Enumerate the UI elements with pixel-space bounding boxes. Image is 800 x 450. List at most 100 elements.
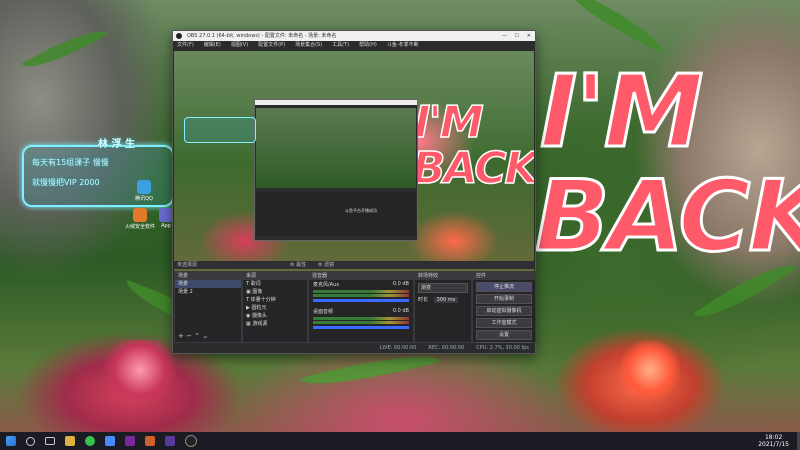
source-item[interactable]: T 体量十分钟 (243, 296, 307, 304)
source-toolbar: 未选择源 ⚙ 属性 ⚙ 滤镜 (174, 261, 534, 269)
transition-select[interactable]: 渐变 (418, 283, 468, 293)
mixer-dock: 混音器 麦克风/Aux 0.0 dB 桌面音频 0.0 dB (308, 271, 414, 343)
volume-slider[interactable] (313, 299, 409, 302)
source-item[interactable]: ▦ 游戏源 (243, 320, 307, 328)
source-item[interactable]: ◉ 摄像头 (243, 312, 307, 320)
shield-icon (133, 208, 147, 222)
fern-leaf (21, 18, 109, 80)
widget-title: 林 浮 生 (98, 139, 135, 150)
menu-view[interactable]: 视图(V) (231, 41, 248, 50)
source-name: 歌词 (250, 281, 261, 287)
settings-button[interactable]: 设置 (476, 330, 532, 340)
menu-profile[interactable]: 配置文件(P) (258, 41, 285, 50)
nested-obs-window: 斗鱼平台开播成功 (254, 99, 418, 241)
scenes-dock-title: 场景 (175, 272, 241, 280)
premiere-icon[interactable] (125, 436, 135, 446)
audio-meter (313, 317, 409, 320)
menu-scene-collection[interactable]: 场景集合(S) (295, 41, 322, 50)
photoshop-icon[interactable] (145, 436, 155, 446)
controls-dock: 控件 停止推流 开始录制 启动虚拟摄像机 工作室模式 设置 退出 (472, 271, 536, 352)
transitions-dock-title: 转场特效 (415, 272, 471, 280)
nested-titlebar (255, 100, 417, 105)
preview-widget (184, 117, 256, 143)
audio-meter (313, 294, 409, 297)
wallpaper-text-back: BACK (533, 160, 800, 274)
duration-input[interactable]: 300 ms (433, 297, 459, 303)
menu-file[interactable]: 文件(F) (177, 41, 194, 50)
desktop-icon-qq[interactable]: 腾讯QQ (134, 180, 154, 202)
channel-name: 桌面音频 (313, 309, 334, 315)
taskbar: 18:02 2021/7/15 (0, 432, 800, 450)
scene-item[interactable]: 场景 (175, 280, 241, 288)
live-status: LIVE: 00:00:00 (379, 345, 417, 351)
after-effects-icon[interactable] (165, 436, 175, 446)
mixer-channel: 桌面音频 0.0 dB (309, 304, 413, 316)
scenes-dock: 场景 场景 场景 2 + − ⌃ ⌄ (174, 271, 242, 343)
studio-mode-button[interactable]: 工作室模式 (476, 318, 532, 328)
search-icon[interactable] (26, 436, 35, 446)
taskbar-clock[interactable]: 18:02 2021/7/15 (758, 434, 789, 448)
audio-meter (313, 290, 409, 293)
clock-date: 2021/7/15 (758, 441, 789, 448)
source-item[interactable]: ▶ 圆粒元 (243, 304, 307, 312)
minimize-icon[interactable]: — (502, 31, 507, 41)
properties-button[interactable]: ⚙ 属性 (290, 261, 306, 269)
mixer-dock-title: 混音器 (309, 272, 413, 280)
clock-time: 18:02 (764, 434, 783, 441)
source-name: 图像 (252, 289, 263, 295)
mixer-channel: 麦克风/Aux 0.0 dB (309, 280, 413, 289)
wallpaper-text-im: I'M (538, 53, 704, 170)
file-explorer-icon[interactable] (65, 436, 75, 446)
fern-leaf (560, 0, 670, 53)
volume-slider[interactable] (313, 326, 409, 329)
preview-text-back: BACK (411, 143, 534, 194)
menu-douyu[interactable]: 斗鱼-冬季不断 (387, 41, 419, 50)
wechat-icon[interactable] (85, 436, 95, 446)
start-recording-button[interactable]: 开始录制 (476, 294, 532, 304)
duration-label: 时长 (418, 297, 429, 303)
down-icon[interactable]: ⌄ (202, 332, 208, 340)
controls-dock-title: 控件 (473, 272, 535, 280)
scene-item[interactable]: 场景 2 (175, 288, 241, 296)
add-icon[interactable]: + (178, 332, 184, 340)
obs-taskbar-icon[interactable] (185, 435, 197, 447)
source-item[interactable]: ▣ 图像 (243, 288, 307, 296)
desktop-icon-huorong[interactable]: 火绒安全软件 (120, 208, 160, 230)
channel-name: 麦克风/Aux (313, 282, 340, 288)
window-titlebar[interactable]: OBS 27.0.1 (64-bit, windows) - 配置文件: 未命名… (173, 31, 535, 41)
qq-icon (137, 180, 151, 194)
virtual-camera-button[interactable]: 启动虚拟摄像机 (476, 306, 532, 316)
desktop-icon-label: 火绒安全软件 (124, 224, 155, 230)
obs-window: OBS 27.0.1 (64-bit, windows) - 配置文件: 未命名… (172, 30, 536, 354)
menu-bar: 文件(F) 编辑(E) 视图(V) 配置文件(P) 场景集合(S) 工具(T) … (173, 41, 535, 50)
duration-row: 时长 300 ms (418, 296, 468, 303)
properties-label: 属性 (296, 262, 307, 268)
transitions-dock: 转场特效 渐变 时长 300 ms (414, 271, 472, 343)
sources-dock-title: 来源 (243, 272, 307, 280)
obs-logo-icon (176, 33, 182, 39)
browser-icon[interactable] (105, 436, 115, 446)
task-view-icon[interactable] (45, 437, 55, 445)
widget-line-1: 每天有15组课子 慢慢 (32, 158, 109, 167)
source-name: 圆粒元 (251, 305, 267, 311)
source-item[interactable]: T 歌词 (243, 280, 307, 288)
filters-label: 滤镜 (324, 262, 335, 268)
window-title: OBS 27.0.1 (64-bit, windows) - 配置文件: 未命名… (187, 33, 337, 39)
menu-help[interactable]: 帮助(H) (359, 41, 377, 50)
source-name: 摄像头 (251, 313, 267, 319)
filters-button[interactable]: ⚙ 滤镜 (318, 261, 334, 269)
windows-start-icon[interactable] (6, 436, 16, 446)
menu-edit[interactable]: 编辑(E) (204, 41, 221, 50)
preview-canvas[interactable]: I'M BACK 斗鱼平台开播成功 (174, 51, 534, 279)
stop-stream-button[interactable]: 停止推流 (476, 282, 532, 292)
scene-controls: + − ⌃ ⌄ (178, 332, 208, 340)
menu-tools[interactable]: 工具(T) (332, 41, 349, 50)
desktop-icon-label: App (161, 223, 171, 229)
up-icon[interactable]: ⌃ (194, 332, 200, 340)
remove-icon[interactable]: − (186, 332, 192, 340)
close-icon[interactable]: ✕ (527, 31, 531, 41)
nested-docks (256, 192, 416, 236)
widget-line-2: 就慢慢把VIP 2000 (32, 178, 100, 187)
maximize-icon[interactable]: ☐ (515, 31, 519, 41)
desktop-icon-label: 腾讯QQ (135, 196, 153, 202)
